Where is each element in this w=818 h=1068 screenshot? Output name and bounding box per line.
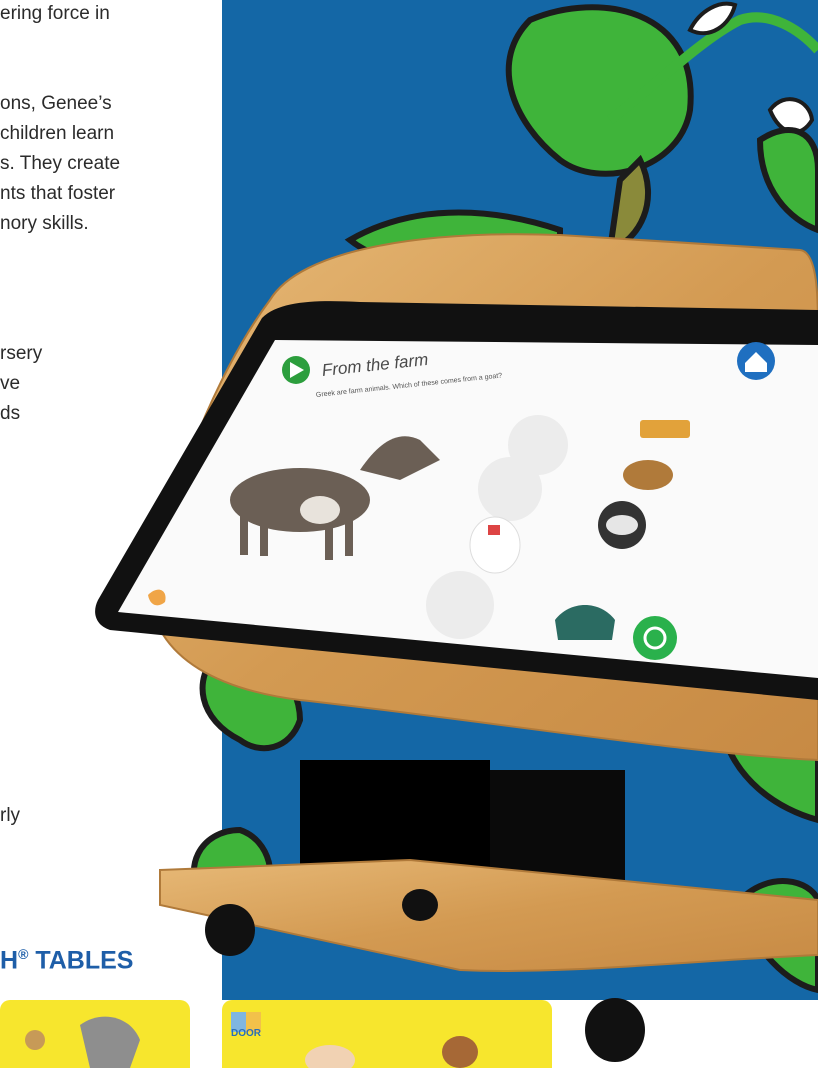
card-illustrations (25, 1016, 478, 1068)
bread-icon (640, 420, 690, 438)
pie-icon (623, 460, 673, 490)
table-shelf (159, 858, 818, 972)
table-illustration (25, 1, 818, 1068)
refresh-icon (633, 616, 677, 660)
